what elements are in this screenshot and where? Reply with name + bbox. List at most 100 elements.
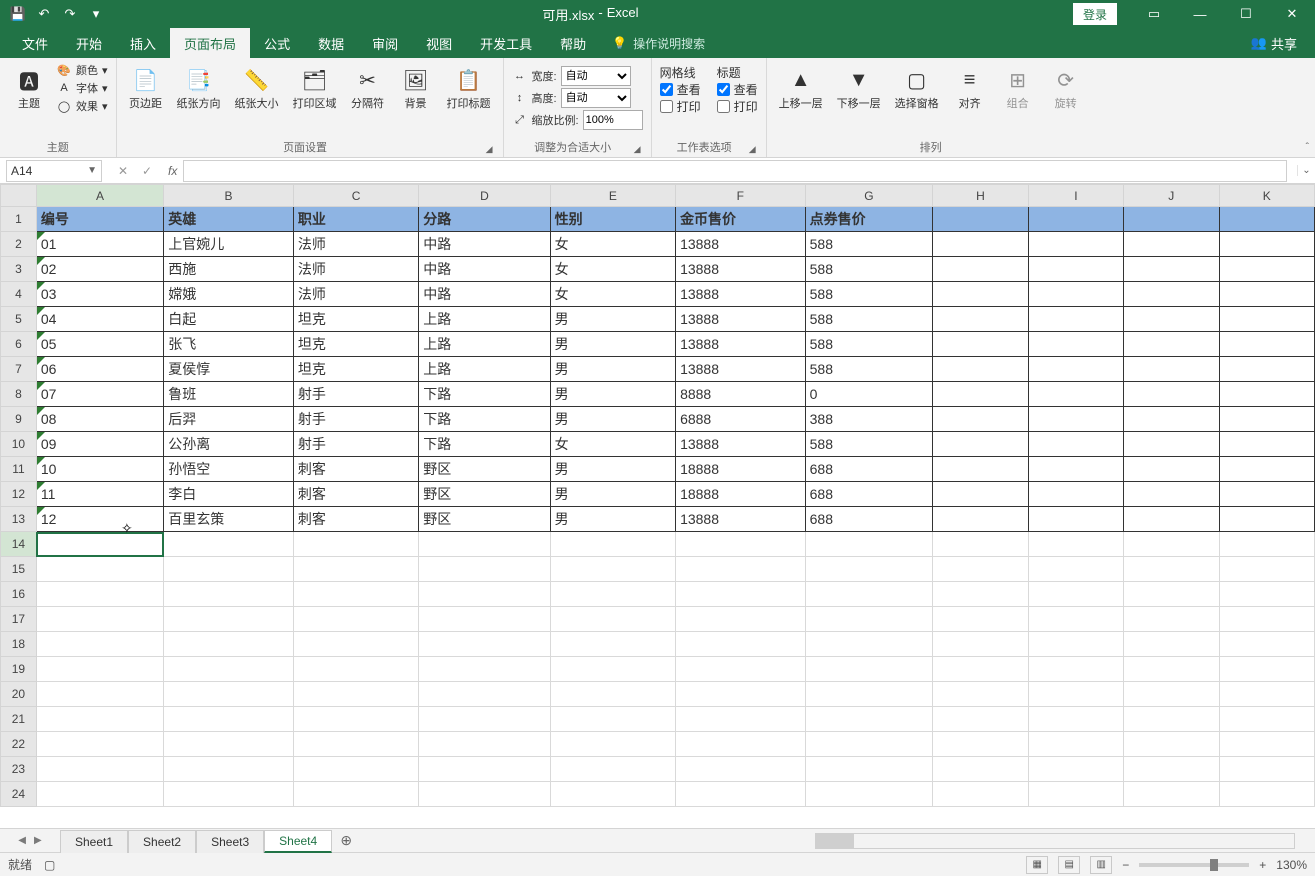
cell-H7[interactable] bbox=[933, 357, 1028, 382]
cell-A3[interactable]: 02 bbox=[36, 257, 163, 282]
cell-D14[interactable] bbox=[419, 532, 550, 557]
cell-E18[interactable] bbox=[550, 632, 675, 657]
cell-I2[interactable] bbox=[1028, 232, 1123, 257]
cell-E15[interactable] bbox=[550, 557, 675, 582]
spreadsheet-grid[interactable]: ABCDEFGHIJK1编号英雄职业分路性别金币售价点券售价201上官婉儿法师中… bbox=[0, 184, 1315, 828]
cell-J4[interactable] bbox=[1124, 282, 1219, 307]
cell-D2[interactable]: 中路 bbox=[419, 232, 550, 257]
cell-F1[interactable]: 金币售价 bbox=[676, 207, 806, 232]
cell-E19[interactable] bbox=[550, 657, 675, 682]
tab-data[interactable]: 数据 bbox=[304, 28, 358, 58]
row-header-14[interactable]: 14 bbox=[1, 532, 37, 557]
cell-E20[interactable] bbox=[550, 682, 675, 707]
cell-E16[interactable] bbox=[550, 582, 675, 607]
cell-B5[interactable]: 白起 bbox=[164, 307, 294, 332]
cell-E21[interactable] bbox=[550, 707, 675, 732]
cell-I10[interactable] bbox=[1028, 432, 1123, 457]
cell-C11[interactable]: 刺客 bbox=[293, 457, 418, 482]
fonts-button[interactable]: A字体 ▾ bbox=[56, 80, 108, 96]
cell-J23[interactable] bbox=[1124, 757, 1219, 782]
row-header-9[interactable]: 9 bbox=[1, 407, 37, 432]
ribbon-options-icon[interactable]: ▭ bbox=[1131, 0, 1177, 28]
cell-C23[interactable] bbox=[293, 757, 418, 782]
cell-F11[interactable]: 18888 bbox=[676, 457, 806, 482]
tab-formulas[interactable]: 公式 bbox=[250, 28, 304, 58]
cell-K10[interactable] bbox=[1219, 432, 1315, 457]
cell-C15[interactable] bbox=[293, 557, 418, 582]
cell-C5[interactable]: 坦克 bbox=[293, 307, 418, 332]
cell-H6[interactable] bbox=[933, 332, 1028, 357]
cell-K22[interactable] bbox=[1219, 732, 1315, 757]
cell-I3[interactable] bbox=[1028, 257, 1123, 282]
cell-E12[interactable]: 男 bbox=[550, 482, 675, 507]
zoom-slider[interactable] bbox=[1139, 863, 1249, 867]
row-header-21[interactable]: 21 bbox=[1, 707, 37, 732]
cell-B13[interactable]: 百里玄策 bbox=[164, 507, 294, 532]
cell-C24[interactable] bbox=[293, 782, 418, 807]
row-header-16[interactable]: 16 bbox=[1, 582, 37, 607]
cell-D20[interactable] bbox=[419, 682, 550, 707]
redo-icon[interactable]: ↷ bbox=[58, 2, 82, 26]
cell-J1[interactable] bbox=[1124, 207, 1219, 232]
row-header-23[interactable]: 23 bbox=[1, 757, 37, 782]
cell-J17[interactable] bbox=[1124, 607, 1219, 632]
cell-K14[interactable] bbox=[1219, 532, 1315, 557]
cell-F17[interactable] bbox=[676, 607, 806, 632]
col-header-A[interactable]: A bbox=[36, 185, 163, 207]
cell-F7[interactable]: 13888 bbox=[676, 357, 806, 382]
tab-nav-prev-icon[interactable]: ◀ bbox=[18, 835, 26, 846]
share-button[interactable]: 👥 共享 bbox=[1251, 34, 1297, 53]
size-button[interactable]: 📏纸张大小 bbox=[231, 62, 283, 113]
tab-file[interactable]: 文件 bbox=[8, 28, 62, 58]
cell-H5[interactable] bbox=[933, 307, 1028, 332]
cell-J24[interactable] bbox=[1124, 782, 1219, 807]
cell-A1[interactable]: 编号 bbox=[36, 207, 163, 232]
cell-B1[interactable]: 英雄 bbox=[164, 207, 294, 232]
cell-J14[interactable] bbox=[1124, 532, 1219, 557]
row-header-17[interactable]: 17 bbox=[1, 607, 37, 632]
cell-H3[interactable] bbox=[933, 257, 1028, 282]
cell-J6[interactable] bbox=[1124, 332, 1219, 357]
cell-J16[interactable] bbox=[1124, 582, 1219, 607]
colors-button[interactable]: 🎨颜色 ▾ bbox=[56, 62, 108, 78]
cell-C9[interactable]: 射手 bbox=[293, 407, 418, 432]
cell-F8[interactable]: 8888 bbox=[676, 382, 806, 407]
cell-F6[interactable]: 13888 bbox=[676, 332, 806, 357]
cell-C13[interactable]: 刺客 bbox=[293, 507, 418, 532]
cell-A6[interactable]: 05 bbox=[36, 332, 163, 357]
breaks-button[interactable]: ✂分隔符 bbox=[347, 62, 389, 113]
col-header-C[interactable]: C bbox=[293, 185, 418, 207]
cell-F15[interactable] bbox=[676, 557, 806, 582]
tab-help[interactable]: 帮助 bbox=[546, 28, 600, 58]
cell-J22[interactable] bbox=[1124, 732, 1219, 757]
row-header-20[interactable]: 20 bbox=[1, 682, 37, 707]
cell-G13[interactable]: 688 bbox=[805, 507, 933, 532]
cell-C2[interactable]: 法师 bbox=[293, 232, 418, 257]
qat-customize-icon[interactable]: ▾ bbox=[84, 2, 108, 26]
cell-G19[interactable] bbox=[805, 657, 933, 682]
cell-F3[interactable]: 13888 bbox=[676, 257, 806, 282]
row-header-1[interactable]: 1 bbox=[1, 207, 37, 232]
cell-B23[interactable] bbox=[164, 757, 294, 782]
undo-icon[interactable]: ↶ bbox=[32, 2, 56, 26]
cell-G17[interactable] bbox=[805, 607, 933, 632]
cell-K4[interactable] bbox=[1219, 282, 1315, 307]
cell-G24[interactable] bbox=[805, 782, 933, 807]
tab-insert[interactable]: 插入 bbox=[116, 28, 170, 58]
cell-A15[interactable] bbox=[36, 557, 163, 582]
cell-C10[interactable]: 射手 bbox=[293, 432, 418, 457]
cell-I12[interactable] bbox=[1028, 482, 1123, 507]
cell-A19[interactable] bbox=[36, 657, 163, 682]
cell-I24[interactable] bbox=[1028, 782, 1123, 807]
cell-E8[interactable]: 男 bbox=[550, 382, 675, 407]
bringforward-button[interactable]: ▲上移一层 bbox=[775, 62, 827, 113]
cell-A21[interactable] bbox=[36, 707, 163, 732]
cell-G9[interactable]: 388 bbox=[805, 407, 933, 432]
cell-E24[interactable] bbox=[550, 782, 675, 807]
cell-C4[interactable]: 法师 bbox=[293, 282, 418, 307]
cell-B20[interactable] bbox=[164, 682, 294, 707]
col-header-I[interactable]: I bbox=[1028, 185, 1123, 207]
cell-G20[interactable] bbox=[805, 682, 933, 707]
cell-J3[interactable] bbox=[1124, 257, 1219, 282]
cell-B6[interactable]: 张飞 bbox=[164, 332, 294, 357]
